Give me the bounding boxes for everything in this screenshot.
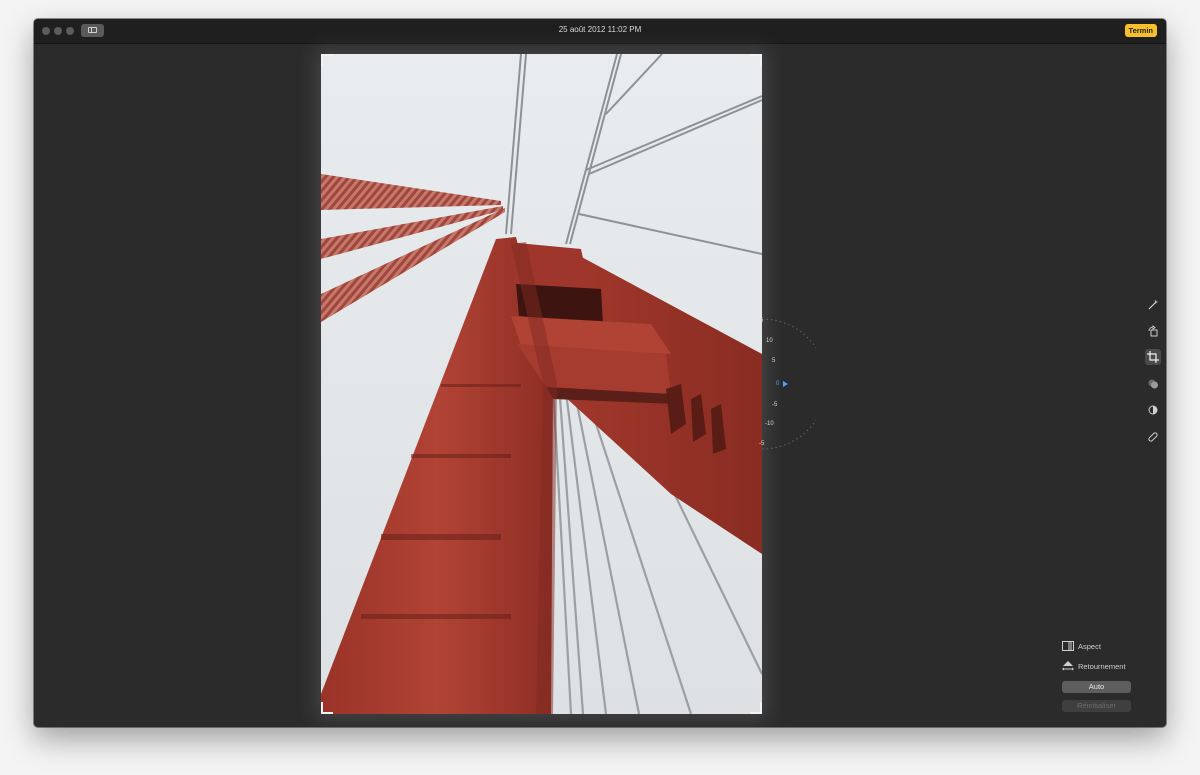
flip-label: Retournement	[1078, 662, 1126, 671]
dial-label: 5	[760, 318, 764, 324]
dial-indicator-icon	[783, 381, 788, 387]
crop-handle-bottom-left[interactable]	[321, 702, 333, 714]
dial-label: -5	[759, 441, 765, 447]
enhance-tool-button[interactable]	[1145, 297, 1161, 313]
dial-label: -5	[772, 402, 778, 408]
bridge-photo	[321, 54, 762, 714]
retouch-tool-button[interactable]	[1145, 429, 1161, 445]
dial-label: 5	[772, 358, 776, 364]
filters-tool-button[interactable]	[1145, 376, 1161, 392]
flip-icon	[1062, 661, 1074, 671]
filters-icon	[1148, 379, 1158, 389]
straighten-dial[interactable]: 5 10 5 0 -5 -10 -5	[756, 314, 816, 454]
auto-button[interactable]: Auto	[1062, 681, 1131, 693]
crop-icon	[1147, 351, 1159, 363]
photo-canvas[interactable]	[321, 54, 762, 714]
reset-button[interactable]: Réinitialiser	[1062, 700, 1131, 712]
adjust-tool-button[interactable]	[1145, 402, 1161, 418]
dial-label-current: 0	[776, 381, 780, 387]
crop-handle-top-right[interactable]	[750, 54, 762, 66]
adjust-icon	[1148, 405, 1158, 415]
rotate-tool-button[interactable]	[1145, 323, 1161, 339]
dial-label: 10	[766, 338, 773, 344]
dial-arc	[761, 318, 816, 450]
rotate-icon	[1148, 325, 1158, 337]
magic-wand-icon	[1148, 299, 1159, 310]
title-bar: 25 août 2012 11:02 PM Termin	[34, 19, 1166, 44]
window-title: 25 août 2012 11:02 PM	[558, 25, 642, 34]
aspect-icon	[1062, 641, 1074, 651]
crop-handle-bottom-right[interactable]	[750, 702, 762, 714]
crop-tool-button[interactable]	[1145, 349, 1161, 365]
photos-edit-window: 25 août 2012 11:02 PM Termin 5 10 5 0 -5…	[34, 19, 1166, 727]
aspect-label: Aspect	[1078, 642, 1101, 651]
crop-handle-top-left[interactable]	[321, 54, 333, 66]
bandage-icon	[1148, 432, 1158, 442]
done-button[interactable]: Termin	[1124, 24, 1157, 37]
dial-label: -10	[765, 421, 774, 427]
